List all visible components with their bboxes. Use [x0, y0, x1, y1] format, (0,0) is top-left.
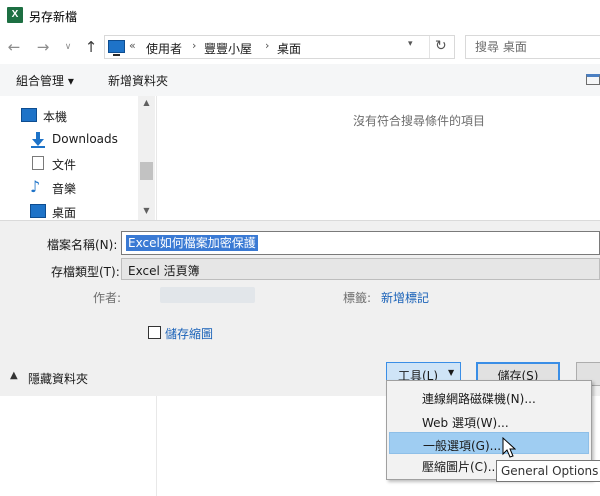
sidebar-item-label: Downloads: [52, 132, 118, 146]
recent-locations-chevron-icon[interactable]: ∨: [61, 37, 75, 57]
scroll-down-icon[interactable]: ▼: [138, 206, 155, 215]
sidebar-item-music[interactable]: ♪ 音樂: [0, 176, 138, 200]
breadcrumb-users[interactable]: 使用者: [146, 40, 182, 57]
collapse-chevron-icon[interactable]: ▲: [10, 370, 18, 381]
tooltip: General Options: [496, 460, 600, 482]
back-arrow-icon[interactable]: ←: [4, 37, 24, 57]
filetype-select[interactable]: Excel 活頁簿: [121, 258, 600, 280]
add-tag-link[interactable]: 新增標記: [381, 289, 429, 306]
desktop-icon: [30, 204, 46, 218]
search-input[interactable]: [466, 36, 600, 58]
navigation-pane: 本機 Downloads 文件 ♪ 音樂 桌面: [0, 96, 155, 220]
window-title: 另存新檔: [29, 10, 78, 24]
save-details-panel: 檔案名稱(N): Excel如何檔案加密保護 存檔類型(T): Excel 活頁…: [0, 220, 600, 396]
menu-item-web-options[interactable]: Web 選項(W)...: [389, 410, 589, 432]
file-list[interactable]: 沒有符合搜尋條件的項目: [157, 96, 600, 220]
save-thumbnail-label[interactable]: 儲存縮圖: [165, 325, 213, 342]
sidebar-item-label: 音樂: [52, 182, 77, 196]
sidebar-scrollbar[interactable]: ▲ ▼: [138, 96, 155, 220]
address-bar[interactable]: « 使用者 › 豐豐小屋 › 桌面 ▾ ↻: [104, 35, 455, 59]
filename-input[interactable]: Excel如何檔案加密保護: [126, 235, 258, 251]
address-divider: [429, 36, 430, 58]
filename-label: 檔案名稱(N):: [47, 238, 118, 252]
title-bar: X 另存新檔: [0, 0, 600, 32]
tags-label: 標籤:: [343, 291, 372, 305]
sidebar-item-documents[interactable]: 文件: [0, 152, 138, 176]
sidebar-item-label: 本機: [43, 110, 68, 124]
command-bar: 組合管理 ▾ 新增資料夾: [0, 64, 600, 96]
computer-icon: [108, 40, 125, 56]
breadcrumb-separator[interactable]: ›: [265, 39, 269, 52]
sidebar-item-downloads[interactable]: Downloads: [0, 128, 138, 152]
new-folder-button[interactable]: 新增資料夾: [108, 72, 168, 89]
filename-field[interactable]: Excel如何檔案加密保護: [121, 231, 600, 255]
window-lower-left-pane: [0, 396, 157, 496]
download-arrow-icon: [30, 132, 46, 148]
change-view-icon[interactable]: [586, 74, 600, 85]
music-note-icon: ♪: [30, 177, 41, 196]
sidebar-item-this-pc[interactable]: 本機: [0, 104, 138, 128]
address-dropdown-icon[interactable]: ▾: [408, 39, 413, 49]
scrollbar-thumb[interactable]: [140, 162, 153, 180]
excel-app-icon: X: [7, 7, 23, 23]
filetype-value: Excel 活頁簿: [128, 264, 200, 278]
computer-icon: [21, 108, 37, 122]
breadcrumb-desktop[interactable]: 桌面: [277, 40, 301, 57]
forward-arrow-icon[interactable]: →: [33, 37, 53, 57]
author-value-redacted[interactable]: [160, 287, 255, 303]
breadcrumb-separator[interactable]: ›: [192, 39, 196, 52]
sidebar-item-label: 桌面: [52, 206, 77, 220]
save-thumbnail-checkbox[interactable]: [148, 326, 161, 339]
mouse-pointer-icon: [502, 437, 516, 458]
up-arrow-icon[interactable]: ↑: [81, 37, 101, 57]
refresh-icon[interactable]: ↻: [435, 38, 447, 54]
hide-folders-button[interactable]: 隱藏資料夾: [28, 370, 88, 387]
document-icon: [32, 156, 44, 170]
author-label: 作者:: [93, 291, 122, 305]
breadcrumb-user-folder[interactable]: 豐豐小屋: [204, 40, 252, 57]
empty-results-message: 沒有符合搜尋條件的項目: [353, 114, 486, 128]
menu-item-general-options[interactable]: 一般選項(G)...: [389, 432, 589, 454]
breadcrumb-overflow[interactable]: «: [129, 39, 136, 52]
sidebar-item-label: 文件: [52, 158, 77, 172]
search-box[interactable]: [465, 35, 600, 59]
filetype-label: 存檔類型(T):: [51, 265, 120, 279]
menu-item-map-network-drive[interactable]: 連線網路磁碟機(N)...: [389, 386, 589, 408]
organize-button[interactable]: 組合管理 ▾: [16, 72, 74, 89]
scroll-up-icon[interactable]: ▲: [138, 98, 155, 107]
dropdown-caret-icon: ▼: [448, 368, 455, 377]
